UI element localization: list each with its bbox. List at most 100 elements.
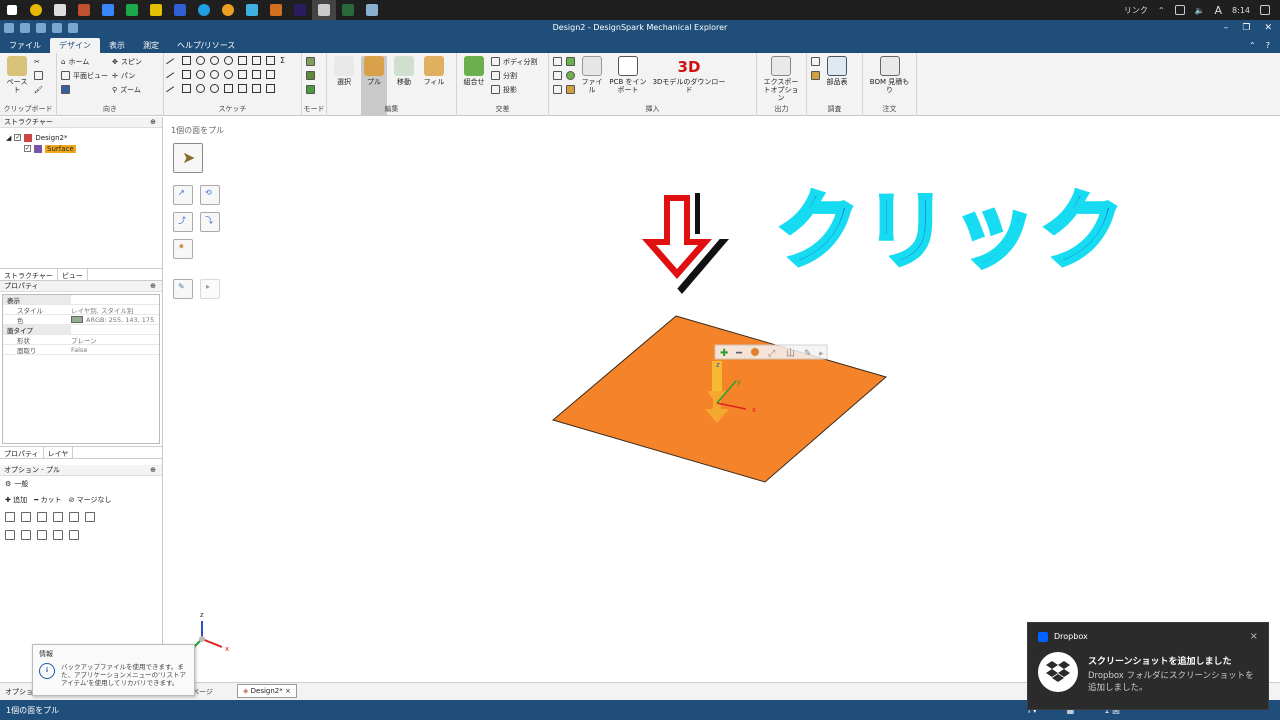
dropbox-notification[interactable]: Dropbox × スクリーンショットを追加しました Dropbox フォルダに… xyxy=(1027,622,1269,710)
arc-icon[interactable] xyxy=(238,56,247,65)
split-body-button[interactable]: ボディ分割 xyxy=(491,56,538,67)
offset-icon[interactable] xyxy=(252,70,261,79)
close-icon[interactable]: × xyxy=(1250,631,1258,642)
arc-icon[interactable] xyxy=(210,70,219,79)
spreadsheet-icon[interactable] xyxy=(120,0,144,20)
app-icon[interactable] xyxy=(360,0,384,20)
ruler-icon[interactable] xyxy=(5,530,15,540)
design-canvas[interactable]: 1個の面をプル ➤ ↗ ⟲ ⤴ ⤵ ✷ ✎ ▸ ✚ ━ ⤢ 山 ✎ ▸ x y … xyxy=(164,117,1280,682)
ruler-icon[interactable] xyxy=(69,530,79,540)
no-merge-option[interactable]: ⊘ マージなし xyxy=(69,495,112,505)
rectangle-icon[interactable] xyxy=(182,70,191,79)
chevron-up-icon[interactable]: ⌃ xyxy=(1158,6,1165,15)
3d-mode-button[interactable] xyxy=(306,84,315,95)
pan-button[interactable]: ✛ パン xyxy=(112,70,142,81)
app-icon[interactable] xyxy=(336,0,360,20)
point-icon[interactable] xyxy=(224,70,233,79)
pin-icon[interactable]: ⊕ xyxy=(150,117,156,127)
options-general[interactable]: ⚙ 一般 xyxy=(0,476,162,492)
sphere-button[interactable] xyxy=(566,70,575,81)
app-icon[interactable] xyxy=(96,0,120,20)
help-icon[interactable]: ? xyxy=(1266,41,1270,50)
plane-button[interactable] xyxy=(553,56,562,67)
tab-help[interactable]: ヘルプ/リソース xyxy=(168,38,244,53)
app-icon[interactable] xyxy=(144,0,168,20)
ime-indicator[interactable]: A xyxy=(1215,4,1223,17)
origin-button[interactable] xyxy=(553,84,562,95)
visibility-checkbox[interactable]: ✓ xyxy=(14,134,22,141)
collapse-icon[interactable]: ◢ xyxy=(6,134,11,142)
tree-item-surface[interactable]: ✓ Surface xyxy=(6,143,156,154)
notification-icon[interactable] xyxy=(1260,5,1270,15)
view-cube-button[interactable] xyxy=(61,84,108,95)
spin-button[interactable]: ✥ スピン xyxy=(112,56,142,67)
construction-line-icon[interactable] xyxy=(166,86,179,99)
copy-button[interactable] xyxy=(34,70,43,81)
arc-icon[interactable] xyxy=(210,84,219,93)
polygon-icon[interactable] xyxy=(182,84,191,93)
close-icon[interactable]: × xyxy=(285,687,291,695)
chrome-icon[interactable] xyxy=(216,0,240,20)
ruler-icon[interactable] xyxy=(53,530,63,540)
info-popup[interactable]: 情報 i バックアップファイルを使用できます。また、アプリケーションメニューの'… xyxy=(32,644,195,696)
cut-button[interactable]: ✂ xyxy=(34,56,43,67)
circle-icon[interactable] xyxy=(196,56,205,65)
shield-icon[interactable] xyxy=(168,0,192,20)
ellipse-icon[interactable] xyxy=(196,84,205,93)
close-icon[interactable]: ✕ xyxy=(1264,23,1272,33)
sketch-mode-button[interactable] xyxy=(306,56,315,67)
face-icon[interactable] xyxy=(238,84,247,93)
plan-view-button[interactable]: 平面ビュー xyxy=(61,70,108,81)
restore-icon[interactable]: ❐ xyxy=(1242,23,1250,33)
check-button[interactable] xyxy=(811,70,820,81)
tab-view[interactable]: ビュー xyxy=(58,269,88,280)
property-value[interactable]: プレーン xyxy=(71,335,97,345)
tab-display[interactable]: 表示 xyxy=(100,38,134,53)
home-button[interactable]: ⌂ ホーム xyxy=(61,56,108,67)
tab-file[interactable]: ファイル xyxy=(0,38,50,53)
app-icon[interactable] xyxy=(72,0,96,20)
scale-icon[interactable] xyxy=(85,512,95,522)
tab-layers[interactable]: レイヤ xyxy=(44,447,74,458)
clock[interactable]: 8:14 xyxy=(1232,6,1250,15)
tab-structure[interactable]: ストラクチャー xyxy=(0,269,58,280)
sigma-icon[interactable]: Σ xyxy=(280,56,294,70)
offset-icon[interactable] xyxy=(266,70,275,79)
sweep-icon[interactable] xyxy=(69,512,79,522)
measure-button[interactable] xyxy=(811,56,820,67)
tray-link-label[interactable]: リンク xyxy=(1124,5,1148,16)
spline-icon[interactable] xyxy=(224,84,233,93)
section-mode-button[interactable] xyxy=(306,70,315,81)
app-icon[interactable] xyxy=(48,0,72,20)
line-icon[interactable] xyxy=(166,72,179,85)
cut-option[interactable]: ━ カット xyxy=(34,495,61,505)
ruler-icon[interactable] xyxy=(37,530,47,540)
circle-icon[interactable] xyxy=(196,70,205,79)
property-category[interactable]: 表示 xyxy=(3,295,71,305)
pin-icon[interactable]: ⊕ xyxy=(150,281,156,291)
add-option[interactable]: ✚ 追加 xyxy=(5,495,27,505)
trim-icon[interactable] xyxy=(266,56,275,65)
vpn-icon[interactable] xyxy=(240,0,264,20)
trim-icon[interactable] xyxy=(252,56,261,65)
tab-measure[interactable]: 測定 xyxy=(134,38,168,53)
tab-properties[interactable]: プロパティ xyxy=(0,447,44,458)
cylinder-button[interactable] xyxy=(566,56,575,67)
property-category[interactable]: 面タイプ xyxy=(3,325,71,335)
chrome-icon[interactable] xyxy=(24,0,48,20)
shell-button[interactable] xyxy=(566,84,575,95)
edge-icon[interactable] xyxy=(192,0,216,20)
both-sides-icon[interactable] xyxy=(21,512,31,522)
arc-icon[interactable] xyxy=(210,56,219,65)
volume-icon[interactable]: 🔈 xyxy=(1195,6,1205,15)
network-icon[interactable] xyxy=(1174,5,1185,15)
axis-button[interactable] xyxy=(553,70,562,81)
tree-item-root[interactable]: ◢ ✓ Design2* xyxy=(6,132,156,143)
minimize-icon[interactable]: – xyxy=(1224,23,1229,33)
designspark-icon[interactable] xyxy=(312,0,336,20)
project-button[interactable]: 投影 xyxy=(491,84,538,95)
direction-icon[interactable] xyxy=(5,512,15,522)
format-painter-button[interactable]: 🖌 xyxy=(34,84,43,95)
rotate-icon[interactable] xyxy=(37,512,47,522)
pin-icon[interactable]: ⊕ xyxy=(150,465,156,475)
